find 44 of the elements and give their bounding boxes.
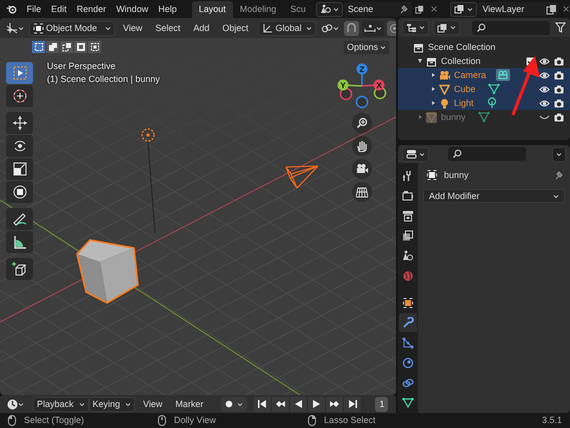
viewport-info-text: (1) Scene Collection | bunny xyxy=(47,73,160,86)
view-layer-field[interactable]: ViewLayer xyxy=(478,2,558,16)
object-name: bunny xyxy=(444,170,470,180)
viewport-info-text: User Perspective xyxy=(47,60,117,73)
menu-item[interactable]: Render xyxy=(72,2,112,16)
menu-item[interactable]: Window xyxy=(111,2,154,16)
menu-item[interactable]: Help xyxy=(153,2,182,16)
menu-item[interactable]: Object xyxy=(217,21,254,35)
version-label: 3.5.1 xyxy=(542,415,562,426)
menu-dropdown[interactable]: Keying xyxy=(88,396,136,412)
menu-item[interactable]: Marker xyxy=(170,397,208,411)
frame-field[interactable]: 1 xyxy=(375,396,388,412)
axis-label: Z xyxy=(360,65,364,74)
menu-dropdown[interactable]: Playback xyxy=(33,396,89,412)
selected-row-highlight[interactable]: Camera xyxy=(398,68,570,82)
menu-item[interactable]: Add xyxy=(188,21,214,35)
menu-item[interactable]: File xyxy=(22,2,46,16)
scene-name: Scene xyxy=(348,4,374,14)
outliner-item-name[interactable]: Cube xyxy=(454,84,476,94)
selected-row-highlight[interactable]: Light xyxy=(398,96,570,110)
outliner-item-name[interactable]: Camera xyxy=(454,70,486,80)
status-hint: Dolly View xyxy=(174,415,217,426)
outliner-item-name[interactable]: Collection xyxy=(441,56,481,66)
menu-item[interactable]: View xyxy=(118,21,148,35)
axis-label: Y xyxy=(340,81,346,90)
view-layer-name: ViewLayer xyxy=(482,4,526,14)
outliner-item-name[interactable]: Scene Collection xyxy=(428,42,496,52)
mode-dropdown[interactable]: Object Mode xyxy=(29,20,116,36)
outliner-item-name[interactable]: Light xyxy=(454,98,474,108)
orientation-dropdown[interactable]: Global xyxy=(258,20,316,36)
options-dropdown[interactable]: Options xyxy=(342,40,390,54)
menu-item[interactable]: View xyxy=(138,397,168,411)
menu-item[interactable]: Select xyxy=(150,21,186,35)
menu-item[interactable]: Edit xyxy=(46,2,72,16)
status-hint: Select (Toggle) xyxy=(24,415,86,426)
workspace-tab[interactable]: Modeling xyxy=(232,1,284,18)
selected-row-highlight[interactable]: Cube xyxy=(398,82,570,96)
workspace-tab[interactable]: Layout xyxy=(192,1,233,18)
scene-name-field[interactable]: Scene xyxy=(344,2,412,16)
axis-label: X xyxy=(376,81,382,90)
outliner-item-name[interactable]: bunny xyxy=(441,112,466,122)
status-hint: Lasso Select xyxy=(324,415,377,426)
workspace-tab[interactable]: Scu xyxy=(283,1,313,18)
add-modifier-dropdown[interactable]: Add Modifier xyxy=(423,189,565,203)
